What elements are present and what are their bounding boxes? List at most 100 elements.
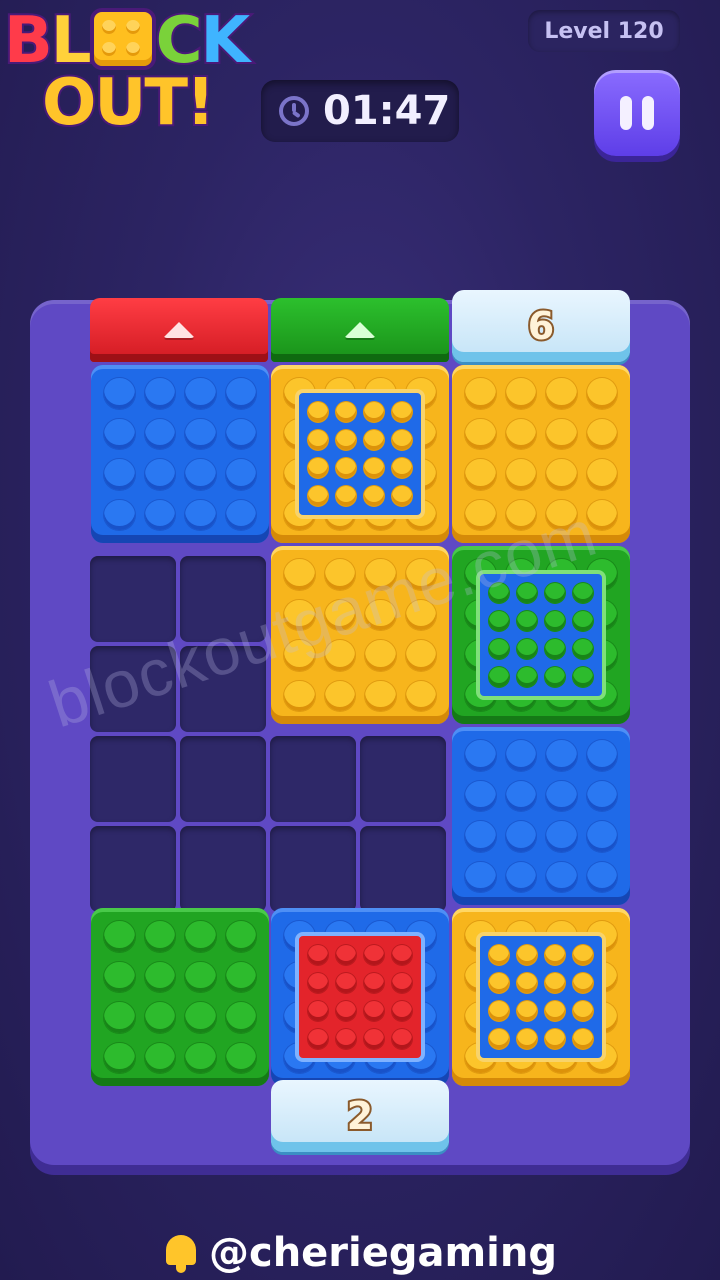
- stud: [308, 430, 328, 450]
- empty-cell: [270, 826, 356, 912]
- stud: [144, 921, 175, 952]
- stud: [465, 861, 496, 892]
- block-studs: [462, 737, 620, 895]
- empty-cell: [180, 736, 266, 822]
- stud: [185, 418, 216, 449]
- stud: [586, 861, 617, 892]
- level-badge: Level 120: [528, 10, 680, 52]
- inner-block-blue[interactable]: [295, 389, 425, 519]
- inner-block-blue[interactable]: [476, 932, 606, 1062]
- block-blue-with-red[interactable]: [271, 908, 449, 1086]
- stud: [546, 378, 577, 409]
- stud: [505, 821, 536, 852]
- block-studs: [101, 918, 259, 1076]
- block-blue[interactable]: [91, 365, 269, 543]
- pause-button[interactable]: [594, 70, 680, 156]
- stud: [144, 378, 175, 409]
- stud: [546, 821, 577, 852]
- stud: [392, 486, 412, 506]
- stud: [225, 499, 256, 530]
- stud: [573, 973, 593, 993]
- stud: [104, 1002, 135, 1033]
- stud: [545, 611, 565, 631]
- block-green[interactable]: [91, 908, 269, 1086]
- stud: [465, 459, 496, 490]
- stud: [546, 418, 577, 449]
- stud: [144, 418, 175, 449]
- block-blue[interactable]: [452, 727, 630, 905]
- stud: [144, 1042, 175, 1073]
- stud: [573, 611, 593, 631]
- logo-line-2: OUT!: [40, 64, 217, 142]
- stud: [144, 499, 175, 530]
- stud: [545, 973, 565, 993]
- stud: [545, 1001, 565, 1021]
- stud: [517, 973, 537, 993]
- block-yellow-with-blue[interactable]: [271, 365, 449, 543]
- stud: [392, 1029, 412, 1049]
- stud: [545, 667, 565, 687]
- empty-cell: [360, 736, 446, 822]
- stud: [392, 430, 412, 450]
- stud: [545, 583, 565, 603]
- stud: [489, 945, 509, 965]
- stud: [185, 378, 216, 409]
- ice-gate-top: 6: [452, 290, 630, 362]
- stud: [324, 680, 355, 711]
- stud: [104, 378, 135, 409]
- stud: [336, 973, 356, 993]
- stud: [465, 378, 496, 409]
- stud: [517, 639, 537, 659]
- stud: [185, 921, 216, 952]
- ice-gate-counter: 2: [345, 1092, 376, 1140]
- empty-cell: [90, 826, 176, 912]
- stud: [545, 639, 565, 659]
- pause-icon-bar-right: [642, 96, 654, 130]
- stud: [573, 583, 593, 603]
- stud: [364, 1001, 384, 1021]
- stud: [185, 1002, 216, 1033]
- stud: [225, 921, 256, 952]
- stud: [104, 961, 135, 992]
- logo-brick-icon: [89, 8, 156, 70]
- block-studs: [486, 942, 596, 1052]
- stud: [336, 486, 356, 506]
- stud: [505, 418, 536, 449]
- stud: [308, 945, 328, 965]
- block-studs: [305, 399, 415, 509]
- stud: [336, 402, 356, 422]
- stud: [284, 680, 315, 711]
- stud: [336, 1029, 356, 1049]
- stud: [364, 402, 384, 422]
- stud: [586, 780, 617, 811]
- stud: [392, 945, 412, 965]
- inner-block-red[interactable]: [295, 932, 425, 1062]
- ice-gate-counter: 6: [526, 302, 557, 350]
- red-exit-gate: [90, 298, 268, 362]
- stud: [308, 973, 328, 993]
- stud: [489, 1029, 509, 1049]
- stud: [364, 973, 384, 993]
- stud: [573, 639, 593, 659]
- stud: [308, 1001, 328, 1021]
- stud: [185, 1042, 216, 1073]
- stud: [405, 640, 436, 671]
- stud: [505, 861, 536, 892]
- block-studs: [101, 375, 259, 533]
- stud: [308, 402, 328, 422]
- stud: [546, 780, 577, 811]
- stud: [185, 961, 216, 992]
- stud: [336, 430, 356, 450]
- stud: [365, 680, 396, 711]
- clock-icon: [279, 96, 309, 126]
- block-yellow-with-blue[interactable]: [452, 908, 630, 1086]
- empty-cell: [360, 826, 446, 912]
- empty-cell: [90, 736, 176, 822]
- stud: [185, 459, 216, 490]
- stud: [144, 459, 175, 490]
- stud: [225, 961, 256, 992]
- stud: [489, 1001, 509, 1021]
- stud: [573, 945, 593, 965]
- stud: [308, 458, 328, 478]
- timer: 01:47: [261, 80, 459, 142]
